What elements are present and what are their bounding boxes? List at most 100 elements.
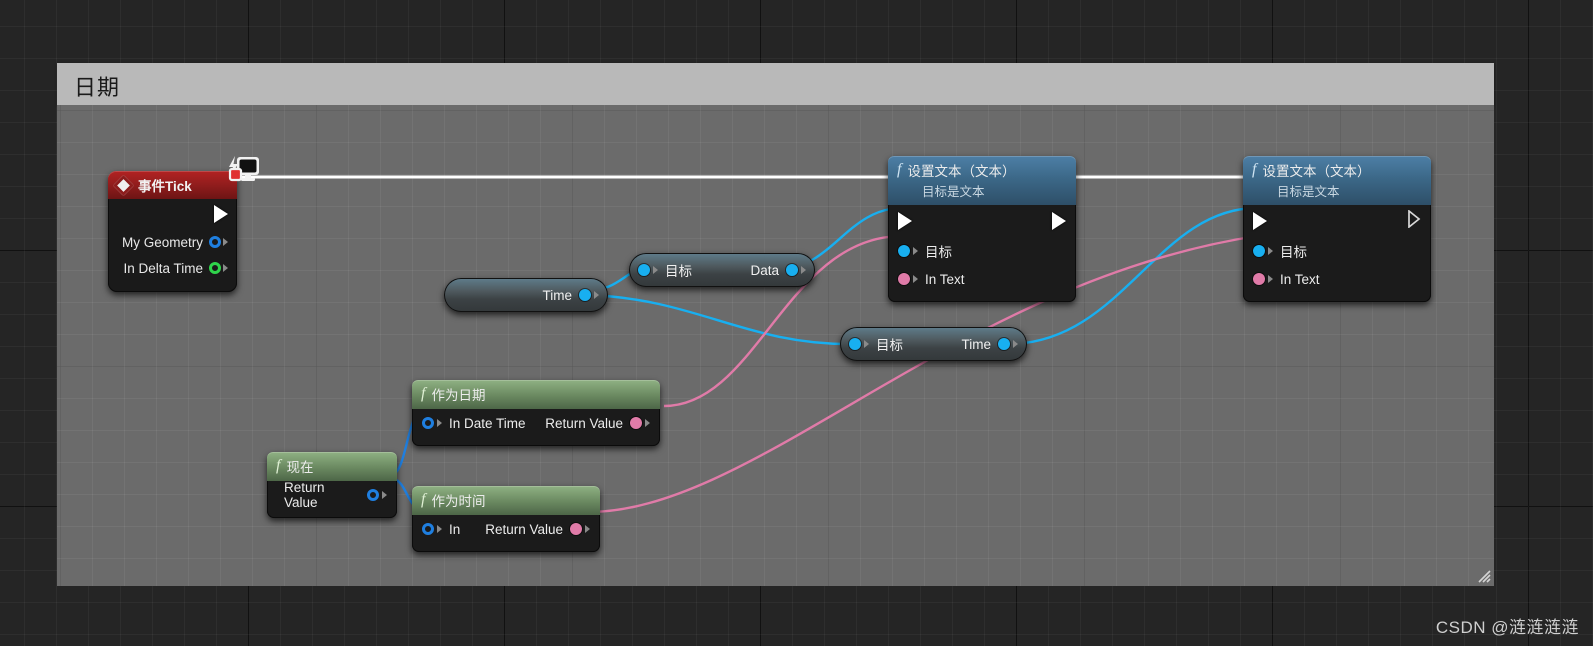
struct-pin-icon[interactable]	[422, 417, 434, 429]
variable-label: Time	[542, 287, 573, 303]
node-variable-time2[interactable]: 目标 Time	[840, 327, 1027, 361]
node-event-tick[interactable]: 事件Tick My Geometry In Delta Time	[108, 156, 259, 292]
pin-arrow-icon	[1268, 247, 1273, 255]
set-text-2-input-target[interactable]: 目标	[1243, 237, 1431, 265]
pin-label: In Date Time	[449, 415, 526, 431]
pin-label: In	[449, 521, 461, 537]
node-title: 现在	[286, 460, 314, 475]
exec-out-pin[interactable]	[1052, 212, 1066, 230]
pin-label: Return Value	[545, 415, 623, 431]
node-variable-time[interactable]: Time	[444, 278, 608, 312]
pin-arrow-icon	[864, 340, 869, 348]
variable-target-label: 目标	[665, 264, 692, 279]
pin-label: Return Value	[485, 521, 563, 537]
set-text-2-exec-row[interactable]	[1243, 205, 1431, 237]
set-text-1-input-target[interactable]: 目标	[888, 237, 1076, 265]
function-f-icon: f	[421, 491, 426, 508]
node-variable-data[interactable]: 目标 Data	[629, 253, 815, 287]
float-pin-icon[interactable]	[209, 262, 221, 274]
event-diamond-icon	[112, 174, 135, 196]
exec-out-pin[interactable]	[1408, 208, 1421, 233]
node-set-text-1[interactable]: f 设置文本（文本） 目标是文本 目标 In Text	[888, 156, 1076, 302]
text-pin-icon[interactable]	[630, 417, 642, 429]
pin-arrow-icon	[594, 291, 599, 299]
panel-resize-grip[interactable]	[1475, 567, 1491, 583]
object-pin-icon[interactable]	[638, 264, 650, 276]
text-pin-icon[interactable]	[1253, 273, 1265, 285]
text-pin-icon[interactable]	[570, 523, 582, 535]
pin-arrow-icon	[223, 238, 228, 246]
pin-arrow-icon	[653, 266, 658, 274]
pin-arrow-icon	[437, 419, 442, 427]
set-text-1-exec-row[interactable]	[888, 205, 1076, 237]
pin-label: 目标	[1280, 245, 1307, 260]
function-f-icon: f	[1252, 161, 1257, 178]
set-text-2-input-in-text[interactable]: In Text	[1243, 265, 1431, 293]
as-date-pins-row[interactable]: In Date Time Return Value	[412, 409, 660, 437]
now-output-row[interactable]: Return Value	[267, 480, 397, 510]
object-pin-icon[interactable]	[1253, 245, 1265, 257]
function-f-icon: f	[897, 161, 902, 178]
function-f-icon: f	[276, 457, 281, 474]
graph-canvas[interactable]: 事件Tick My Geometry In Delta Time f 设置文本（…	[57, 105, 1494, 586]
set-text-2-title-row: f 设置文本（文本）	[1252, 160, 1419, 180]
node-as-time[interactable]: f 作为时间 In Return Value	[412, 486, 600, 552]
variable-target-label: 目标	[876, 338, 903, 353]
pin-arrow-icon	[437, 525, 442, 533]
as-time-title-row: f 作为时间	[421, 490, 588, 510]
event-tick-header: 事件Tick	[108, 156, 259, 199]
watermark-label: CSDN @涟涟涟涟	[1435, 618, 1579, 637]
struct-pin-icon[interactable]	[209, 236, 221, 248]
object-wire-time-to-time2	[588, 293, 853, 346]
node-title: 作为日期	[431, 388, 486, 403]
screen-lightning-icon	[225, 155, 261, 185]
event-tick-exec-out-row[interactable]	[108, 199, 237, 229]
pin-arrow-icon	[585, 525, 590, 533]
as-date-header: f 作为日期	[412, 380, 660, 409]
pin-arrow-icon	[913, 275, 918, 283]
pin-label: In Text	[925, 271, 965, 287]
struct-pin-icon[interactable]	[422, 523, 434, 535]
exec-in-pin[interactable]	[898, 212, 912, 230]
pin-arrow-icon	[1013, 340, 1018, 348]
pin-arrow-icon	[913, 247, 918, 255]
node-as-date[interactable]: f 作为日期 In Date Time Return Value	[412, 380, 660, 446]
pin-label: Return Value	[284, 480, 325, 510]
set-text-1-input-in-text[interactable]: In Text	[888, 265, 1076, 293]
page-title: 日期	[74, 75, 121, 100]
node-title: 设置文本（文本）	[907, 164, 1016, 179]
now-title-row: f 现在	[276, 456, 385, 476]
panel-titlebar: 日期	[57, 63, 1494, 105]
object-pin-icon[interactable]	[786, 264, 798, 276]
exec-out-pin[interactable]	[214, 205, 228, 223]
pin-label: In Text	[1280, 271, 1320, 287]
struct-pin-icon[interactable]	[367, 489, 379, 501]
pin-label: In Delta Time	[123, 260, 203, 276]
pin-label: My Geometry	[121, 234, 203, 250]
pin-arrow-icon	[382, 491, 387, 499]
pin-arrow-icon	[801, 266, 806, 274]
set-text-1-title-row: f 设置文本（文本）	[897, 160, 1064, 180]
pin-arrow-icon	[645, 419, 650, 427]
node-now[interactable]: f 现在 Return Value	[267, 452, 397, 518]
as-time-pins-row[interactable]: In Return Value	[412, 515, 600, 543]
object-pin-icon[interactable]	[898, 245, 910, 257]
object-pin-icon[interactable]	[849, 338, 861, 350]
pin-arrow-icon	[1268, 275, 1273, 283]
variable-output-label: Data	[750, 262, 779, 278]
event-tick-output-my-geometry[interactable]: My Geometry	[108, 229, 237, 255]
function-f-icon: f	[421, 385, 426, 402]
object-pin-icon[interactable]	[998, 338, 1010, 350]
exec-in-pin[interactable]	[1253, 212, 1267, 230]
node-subtitle: 目标是文本	[922, 185, 985, 199]
object-pin-icon[interactable]	[579, 289, 591, 301]
node-subtitle: 目标是文本	[1277, 185, 1340, 199]
event-tick-output-in-delta-time[interactable]: In Delta Time	[108, 255, 237, 281]
blueprint-graph-panel: 日期 事件Tick My Geometry In Delta Time f 设置…	[57, 63, 1494, 586]
node-title: 作为时间	[431, 494, 486, 509]
node-set-text-2[interactable]: f 设置文本（文本） 目标是文本 目标 In Text	[1243, 156, 1431, 302]
variable-output-label: Time	[961, 336, 992, 352]
text-pin-icon[interactable]	[898, 273, 910, 285]
event-tick-title: 事件Tick	[138, 179, 192, 194]
pin-label: 目标	[925, 245, 952, 260]
